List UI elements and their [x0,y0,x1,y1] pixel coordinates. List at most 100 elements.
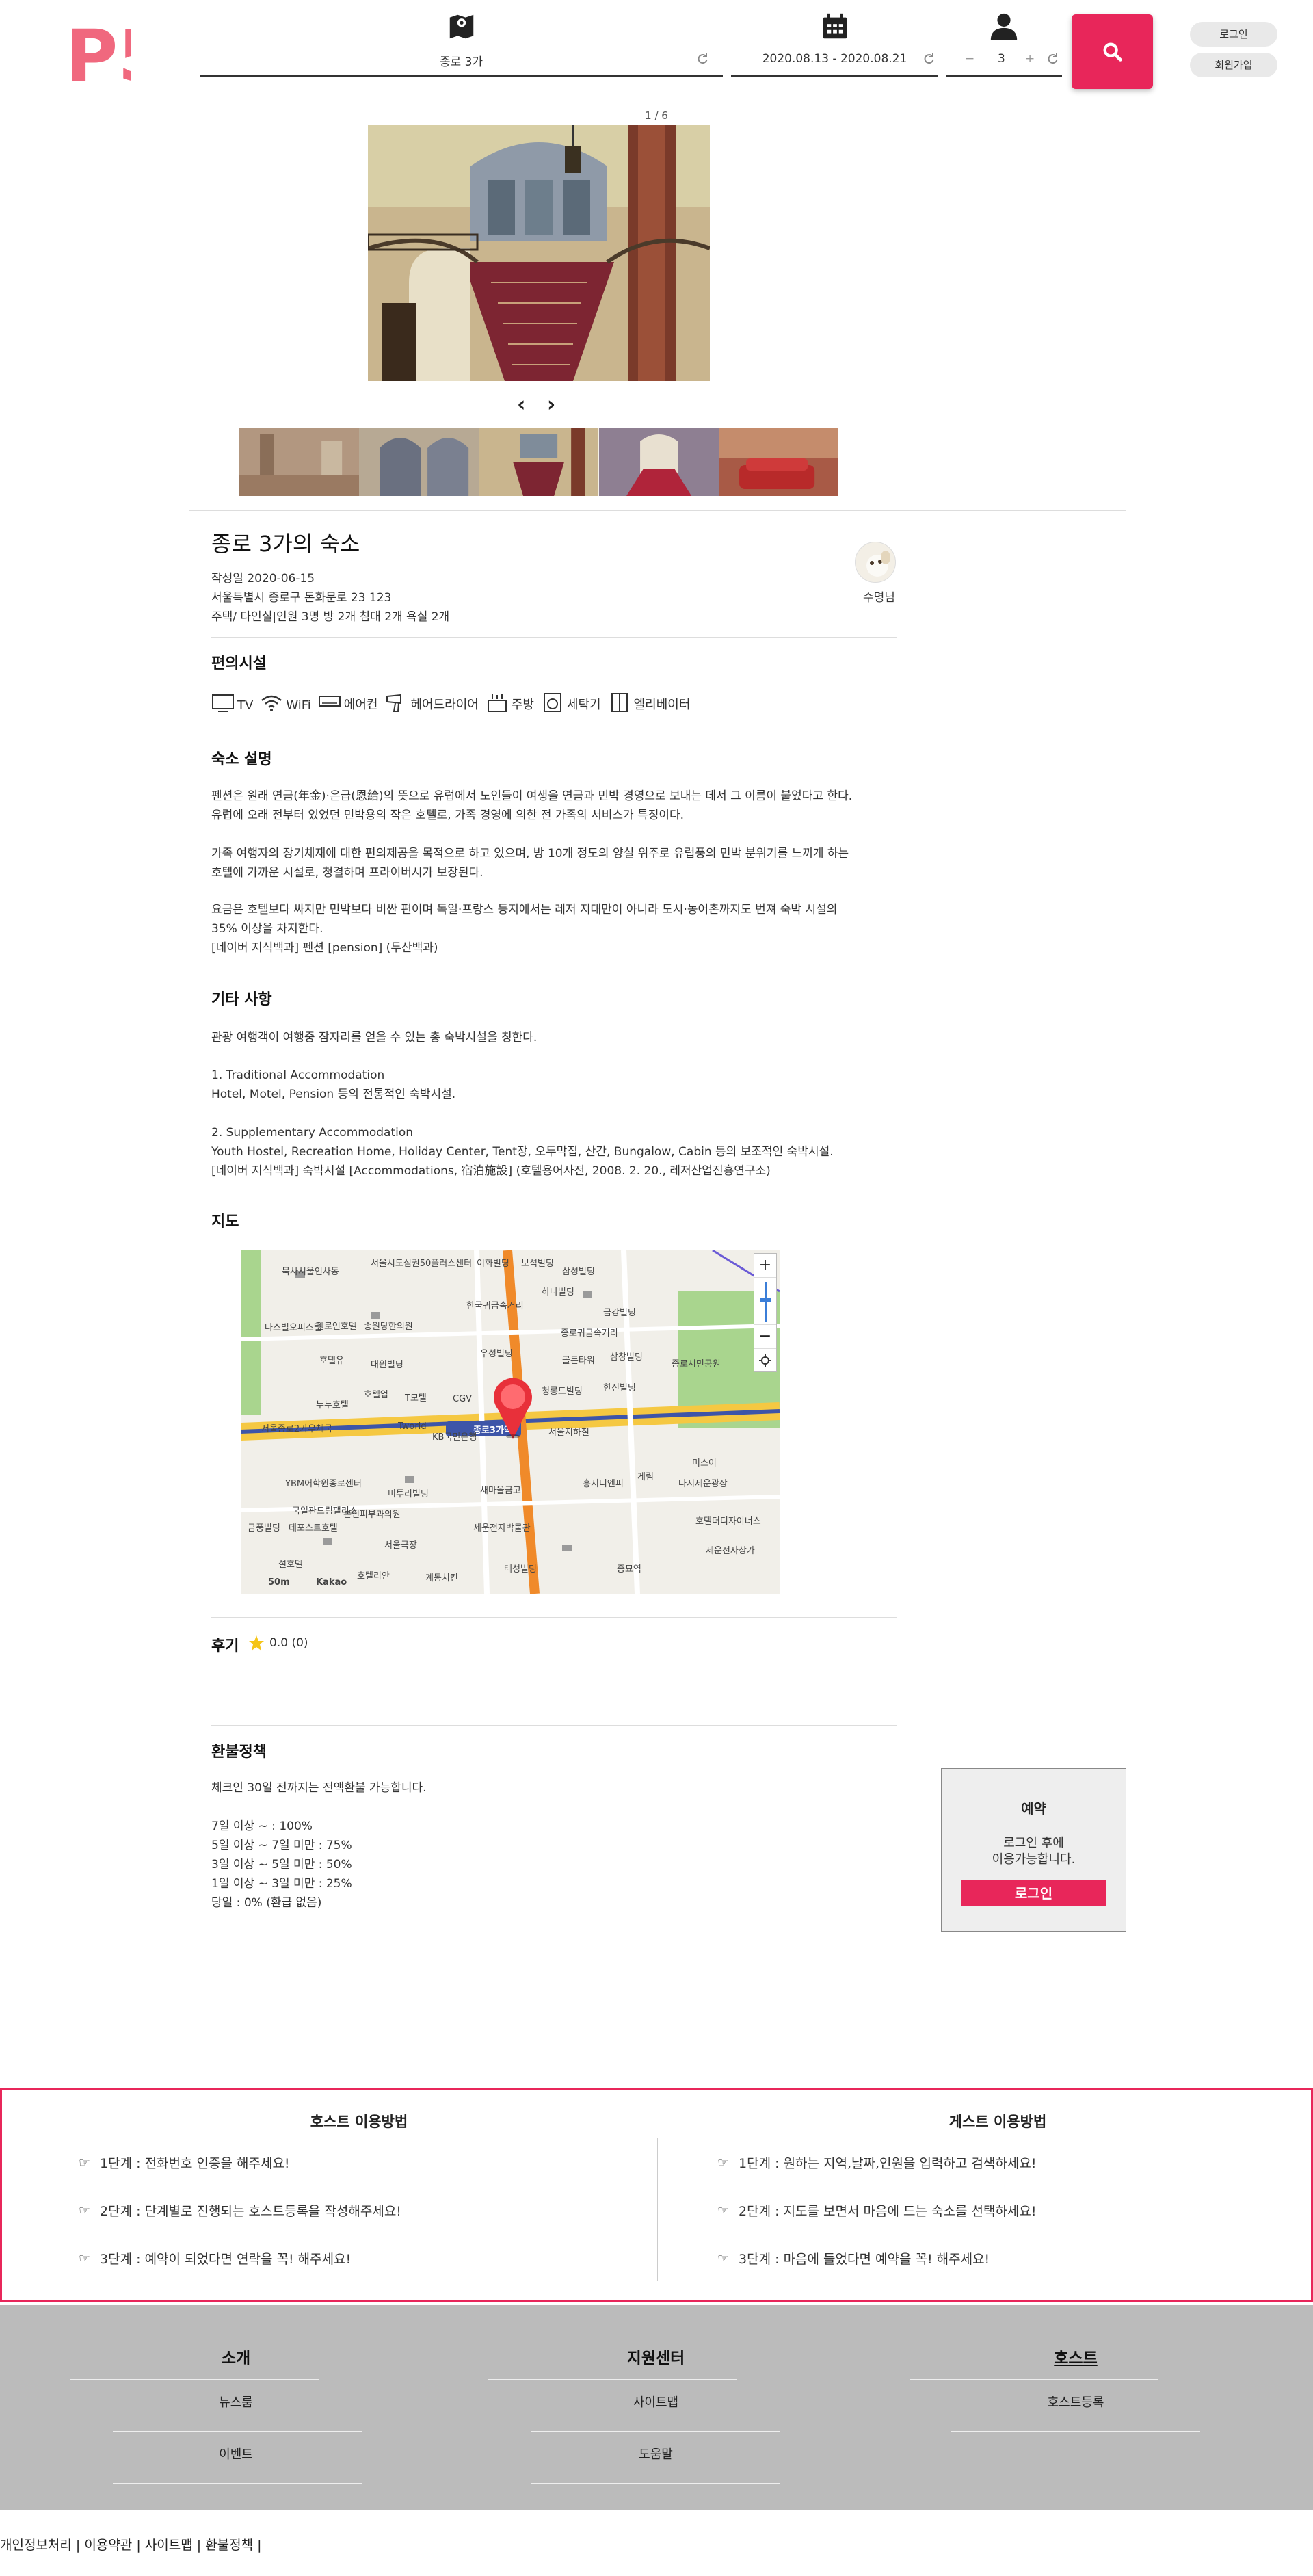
footer-link-help[interactable]: 도움말 [531,2445,780,2462]
host-step: ☞ 3단계 : 예약이 되었다면 연락을 꼭! 해주세요! [79,2249,351,2268]
location-field[interactable]: 종로 3가 [200,11,723,77]
map-label: 세운전자상가 [706,1546,755,1556]
zoom-in-button[interactable]: + [754,1254,776,1277]
main-photo [368,125,710,381]
map-label: 흥지디엔피 [583,1479,624,1489]
zoom-slider[interactable] [754,1277,776,1325]
booking-box: 예약 로그인 후에 이용가능합니다. 로그인 [941,1768,1126,1932]
prev-photo-button[interactable]: ‹ [517,393,525,417]
amenity-label: TV [237,698,254,713]
zoom-out-button[interactable]: − [754,1325,776,1348]
refund-title: 환불정책 [211,1744,267,1761]
map-title: 지도 [211,1213,239,1231]
elevator-icon [611,693,628,712]
map-label: 서울지하철 [548,1428,589,1438]
photo-thumbnails [239,428,839,496]
map-label: 나스빌오피스텔 [265,1323,322,1333]
site-footer: 소개 뉴스룸 이벤트 지원센터 사이트맵 도움말 호스트 호스트등록 [0,2305,1313,2510]
decrease-guests-button[interactable]: − [965,52,974,66]
login-button[interactable]: 로그인 [1190,22,1277,47]
footer-link-newsroom[interactable]: 뉴스룸 [111,2393,360,2410]
booking-login-button[interactable]: 로그인 [961,1880,1106,1906]
listing-title: 종로 3가의 숙소 [211,531,360,557]
reset-location-icon[interactable] [695,52,709,66]
map-label: 보석빌딩 [521,1259,554,1269]
map-icon [449,14,473,39]
footer-divider [951,2431,1200,2432]
map-zoom-control: + − [754,1253,777,1372]
description-paragraph-2: 가족 여행자의 장기체재에 대한 편의제공을 목적으로 하고 있으며, 방 10… [211,847,849,880]
increase-guests-button[interactable]: + [1025,52,1035,66]
map-label: 호텔리안 [357,1571,390,1581]
map-label: 하나빌딩 [542,1287,574,1298]
map-label: 종묘역 [617,1564,641,1575]
thumbnail[interactable] [479,428,599,496]
photo-counter: 1 / 6 [645,109,668,122]
map-label: T모텔 [405,1393,427,1404]
map-brand: Kakao [316,1577,347,1588]
map-label: 금강빌딩 [603,1308,636,1318]
amenity-label: WiFi [286,698,311,713]
map-label: 이화빌딩 [477,1259,509,1269]
zoom-handle[interactable] [760,1298,771,1302]
next-photo-button[interactable]: › [547,393,555,417]
locate-me-button[interactable] [754,1348,776,1371]
guest-step: ☞ 3단계 : 마음에 들었다면 예약을 꼭! 해주세요! [717,2249,990,2268]
map-label: Tworld [398,1421,427,1432]
booking-title: 예약 [1021,1800,1046,1817]
map-label: 미투리빌딩 [388,1489,429,1499]
divider [189,510,1126,511]
map-label: 다시세운광장 [678,1479,728,1489]
map-label: 세운전자박물관 [473,1523,531,1534]
thumbnail[interactable] [239,428,360,496]
guest-step: ☞ 1단계 : 원하는 지역,날짜,인원을 입력하고 검색하세요! [717,2153,1037,2172]
host-avatar[interactable] [855,542,896,583]
date-field[interactable]: 2020.08.13 - 2020.08.21 [731,11,938,77]
bottom-policy-links[interactable]: 개인정보처리 | 이용약관 | 사이트맵 | 환불정책 | [0,2535,262,2553]
map-label: 종로시민공원 [672,1359,721,1369]
wifi-icon [261,695,282,711]
amenity-label: 엘리베이터 [633,698,691,712]
map-label: 송원당한의원 [364,1322,413,1332]
map-label: 태성빌딩 [504,1564,537,1575]
location-map[interactable]: 종로3가역 서울시도심권50플러스센터 이화빌딩 보석빌딩 삼성빌딩 묵사서울인… [241,1250,780,1594]
thumbnail[interactable] [359,428,479,496]
reset-guests-icon[interactable] [1046,52,1059,66]
reset-date-icon[interactable] [922,52,936,66]
amenity-kitchen: 주방 [486,692,534,713]
footer-divider [70,2379,319,2380]
thumbnail[interactable] [598,428,719,496]
divider [211,1617,897,1618]
thumbnail[interactable] [718,428,839,496]
booking-message: 로그인 후에 이용가능합니다. [992,1836,1076,1867]
logo-text: P5 [66,15,131,88]
footer-host-title[interactable]: 호스트 [953,2345,1199,2368]
footer-link-sitemap[interactable]: 사이트맵 [531,2393,780,2410]
search-icon [1103,42,1122,62]
search-button[interactable] [1072,14,1153,89]
guest-step-text: 3단계 : 마음에 들었다면 예약을 꼭! 해주세요! [739,2252,990,2267]
amenity-list: TV WiFi 에어컨 헤어드라이어 주방 세탁기 엘리베이터 [211,692,690,713]
footer-link-host-register[interactable]: 호스트등록 [951,2393,1200,2410]
crosshair-icon [759,1354,771,1367]
map-label: 누누호텔 [316,1400,349,1410]
guest-count-value: 3 [998,52,1005,66]
guest-step-text: 1단계 : 원하는 지역,날짜,인원을 입력하고 검색하세요! [739,2156,1037,2171]
host-step-text: 2단계 : 단계별로 진행되는 호스트등록을 작성해주세요! [100,2204,401,2219]
p5-logo[interactable]: P5 [66,15,131,88]
signup-button[interactable]: 회원가입 [1190,53,1277,77]
footer-about-title: 소개 [221,2350,251,2367]
aircon-icon [318,696,341,707]
host-guide-title: 호스트 이용방법 [310,2114,408,2130]
footer-divider [488,2379,737,2380]
footer-link-event[interactable]: 이벤트 [111,2445,360,2462]
map-label: 삼창빌딩 [610,1352,643,1363]
calendar-icon [823,13,847,39]
map-label: 새마을금고 [480,1486,521,1496]
footer-divider [531,2431,780,2432]
map-label: 삼성빌딩 [562,1267,595,1277]
divider [211,637,897,638]
review-rating: 0.0 (0) [269,1636,308,1650]
location-value: 종로 3가 [439,55,483,69]
guest-count-field[interactable]: − 3 + [946,11,1062,77]
